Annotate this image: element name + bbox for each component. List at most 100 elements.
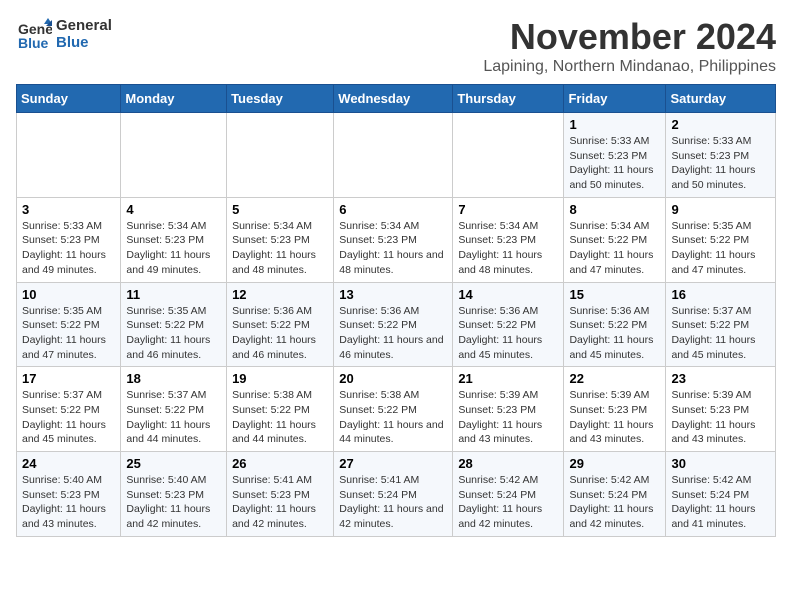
week-row-4: 17 Sunrise: 5:37 AM Sunset: 5:22 PM Dayli…: [17, 367, 776, 452]
day-info: Sunrise: 5:35 AM Sunset: 5:22 PM Dayligh…: [671, 219, 770, 278]
calendar-cell: 25Sunrise: 5:40 AM Sunset: 5:23 PM Dayli…: [121, 452, 227, 537]
header: General Blue General Blue November 2024 …: [16, 16, 776, 76]
day-info: Sunrise: 5:37 AM Sunset: 5:22 PM Dayligh…: [671, 304, 770, 363]
day-number: 13: [339, 287, 447, 302]
month-title: November 2024: [483, 16, 776, 58]
day-number: 4: [126, 202, 221, 217]
day-info: Sunrise: 5:34 AM Sunset: 5:23 PM Dayligh…: [126, 219, 221, 278]
day-info: Sunrise: 5:42 AM Sunset: 5:24 PM Dayligh…: [671, 473, 770, 532]
weekday-header-friday: Friday: [564, 85, 666, 113]
weekday-header-monday: Monday: [121, 85, 227, 113]
day-number: 1: [569, 117, 660, 132]
day-number: 6: [339, 202, 447, 217]
day-info: Sunrise: 5:34 AM Sunset: 5:23 PM Dayligh…: [232, 219, 328, 278]
calendar-cell: 2Sunrise: 5:33 AM Sunset: 5:23 PM Daylig…: [666, 113, 776, 198]
day-info: Sunrise: 5:33 AM Sunset: 5:23 PM Dayligh…: [569, 134, 660, 193]
day-number: 16: [671, 287, 770, 302]
week-row-5: 24 Sunrise: 5:40 AM Sunset: 5:23 PM Dayli…: [17, 452, 776, 537]
calendar-cell: 12Sunrise: 5:36 AM Sunset: 5:22 PM Dayli…: [227, 282, 334, 367]
day-info: Sunrise: 5:35 AM Sunset: 5:22 PM Dayligh…: [126, 304, 221, 363]
day-info: Sunrise: 5:39 AM Sunset: 5:23 PM Dayligh…: [458, 388, 558, 447]
weekday-header-saturday: Saturday: [666, 85, 776, 113]
day-info: Sunrise: 5:33 AM Sunset: 5:23 PM Dayligh…: [22, 219, 115, 278]
day-info: Sunrise: 5:37 AM Sunset: 5:22 PM Dayligh…: [126, 388, 221, 447]
day-info: Sunrise: 5:36 AM Sunset: 5:22 PM Dayligh…: [232, 304, 328, 363]
title-area: November 2024 Lapining, Northern Mindana…: [483, 16, 776, 76]
day-number: 19: [232, 371, 328, 386]
calendar-cell: [334, 113, 453, 198]
calendar-cell: 18 Sunrise: 5:37 AM Sunset: 5:22 PM Dayli…: [121, 367, 227, 452]
day-info: Sunrise: 5:38 AM Sunset: 5:22 PM Dayligh…: [339, 388, 447, 447]
calendar-cell: 1 Sunrise: 5:33 AM Sunset: 5:23 PM Daylig…: [564, 113, 666, 198]
day-number: 26: [232, 456, 328, 471]
calendar-cell: 17 Sunrise: 5:37 AM Sunset: 5:22 PM Dayli…: [17, 367, 121, 452]
day-number: 27: [339, 456, 447, 471]
calendar-cell: 26 Sunrise: 5:41 AM Sunset: 5:23 PM Dayli…: [227, 452, 334, 537]
logo-text-general: General: [56, 17, 112, 34]
day-number: 28: [458, 456, 558, 471]
day-number: 17: [22, 371, 115, 386]
calendar-cell: [121, 113, 227, 198]
day-number: 11: [126, 287, 221, 302]
day-info: Sunrise: 5:36 AM Sunset: 5:22 PM Dayligh…: [458, 304, 558, 363]
day-info: Sunrise: 5:41 AM Sunset: 5:23 PM Dayligh…: [232, 473, 328, 532]
day-number: 8: [569, 202, 660, 217]
calendar-cell: 19 Sunrise: 5:38 AM Sunset: 5:22 PM Dayli…: [227, 367, 334, 452]
weekday-header-tuesday: Tuesday: [227, 85, 334, 113]
day-info: Sunrise: 5:42 AM Sunset: 5:24 PM Dayligh…: [569, 473, 660, 532]
day-number: 24: [22, 456, 115, 471]
day-info: Sunrise: 5:38 AM Sunset: 5:22 PM Dayligh…: [232, 388, 328, 447]
calendar-cell: 6 Sunrise: 5:34 AM Sunset: 5:23 PM Daylig…: [334, 197, 453, 282]
logo: General Blue General Blue: [16, 16, 112, 52]
calendar-cell: [227, 113, 334, 198]
day-number: 20: [339, 371, 447, 386]
day-info: Sunrise: 5:36 AM Sunset: 5:22 PM Dayligh…: [569, 304, 660, 363]
day-number: 30: [671, 456, 770, 471]
calendar-cell: 20 Sunrise: 5:38 AM Sunset: 5:22 PM Dayli…: [334, 367, 453, 452]
day-info: Sunrise: 5:34 AM Sunset: 5:23 PM Dayligh…: [458, 219, 558, 278]
calendar-cell: 5 Sunrise: 5:34 AM Sunset: 5:23 PM Daylig…: [227, 197, 334, 282]
calendar-cell: [453, 113, 564, 198]
week-row-1: 1 Sunrise: 5:33 AM Sunset: 5:23 PM Daylig…: [17, 113, 776, 198]
weekday-header-wednesday: Wednesday: [334, 85, 453, 113]
day-number: 18: [126, 371, 221, 386]
calendar-table: SundayMondayTuesdayWednesdayThursdayFrid…: [16, 84, 776, 537]
day-number: 7: [458, 202, 558, 217]
day-number: 14: [458, 287, 558, 302]
day-number: 2: [671, 117, 770, 132]
day-number: 9: [671, 202, 770, 217]
week-row-2: 3 Sunrise: 5:33 AM Sunset: 5:23 PM Daylig…: [17, 197, 776, 282]
calendar-cell: 8 Sunrise: 5:34 AM Sunset: 5:22 PM Daylig…: [564, 197, 666, 282]
day-info: Sunrise: 5:39 AM Sunset: 5:23 PM Dayligh…: [671, 388, 770, 447]
calendar-cell: 23Sunrise: 5:39 AM Sunset: 5:23 PM Dayli…: [666, 367, 776, 452]
day-number: 15: [569, 287, 660, 302]
day-number: 10: [22, 287, 115, 302]
day-number: 5: [232, 202, 328, 217]
calendar-cell: 4 Sunrise: 5:34 AM Sunset: 5:23 PM Daylig…: [121, 197, 227, 282]
calendar-cell: 7 Sunrise: 5:34 AM Sunset: 5:23 PM Daylig…: [453, 197, 564, 282]
weekday-header-row: SundayMondayTuesdayWednesdayThursdayFrid…: [17, 85, 776, 113]
calendar-cell: 30 Sunrise: 5:42 AM Sunset: 5:24 PM Dayli…: [666, 452, 776, 537]
day-info: Sunrise: 5:39 AM Sunset: 5:23 PM Dayligh…: [569, 388, 660, 447]
day-info: Sunrise: 5:36 AM Sunset: 5:22 PM Dayligh…: [339, 304, 447, 363]
calendar-cell: 29 Sunrise: 5:42 AM Sunset: 5:24 PM Dayli…: [564, 452, 666, 537]
calendar-cell: 9 Sunrise: 5:35 AM Sunset: 5:22 PM Daylig…: [666, 197, 776, 282]
day-info: Sunrise: 5:34 AM Sunset: 5:23 PM Dayligh…: [339, 219, 447, 278]
location-title: Lapining, Northern Mindanao, Philippines: [483, 58, 776, 76]
calendar-cell: 11 Sunrise: 5:35 AM Sunset: 5:22 PM Dayli…: [121, 282, 227, 367]
calendar-cell: 15 Sunrise: 5:36 AM Sunset: 5:22 PM Dayli…: [564, 282, 666, 367]
day-number: 21: [458, 371, 558, 386]
svg-text:Blue: Blue: [18, 35, 49, 51]
day-info: Sunrise: 5:34 AM Sunset: 5:22 PM Dayligh…: [569, 219, 660, 278]
day-info: Sunrise: 5:35 AM Sunset: 5:22 PM Dayligh…: [22, 304, 115, 363]
calendar-cell: 10 Sunrise: 5:35 AM Sunset: 5:22 PM Dayli…: [17, 282, 121, 367]
logo-icon: General Blue: [16, 16, 52, 52]
day-info: Sunrise: 5:37 AM Sunset: 5:22 PM Dayligh…: [22, 388, 115, 447]
calendar-cell: 24 Sunrise: 5:40 AM Sunset: 5:23 PM Dayli…: [17, 452, 121, 537]
logo-text-blue: Blue: [56, 34, 112, 51]
calendar-cell: 13 Sunrise: 5:36 AM Sunset: 5:22 PM Dayli…: [334, 282, 453, 367]
day-number: 29: [569, 456, 660, 471]
day-number: 3: [22, 202, 115, 217]
calendar-cell: 27Sunrise: 5:41 AM Sunset: 5:24 PM Dayli…: [334, 452, 453, 537]
day-info: Sunrise: 5:40 AM Sunset: 5:23 PM Dayligh…: [22, 473, 115, 532]
